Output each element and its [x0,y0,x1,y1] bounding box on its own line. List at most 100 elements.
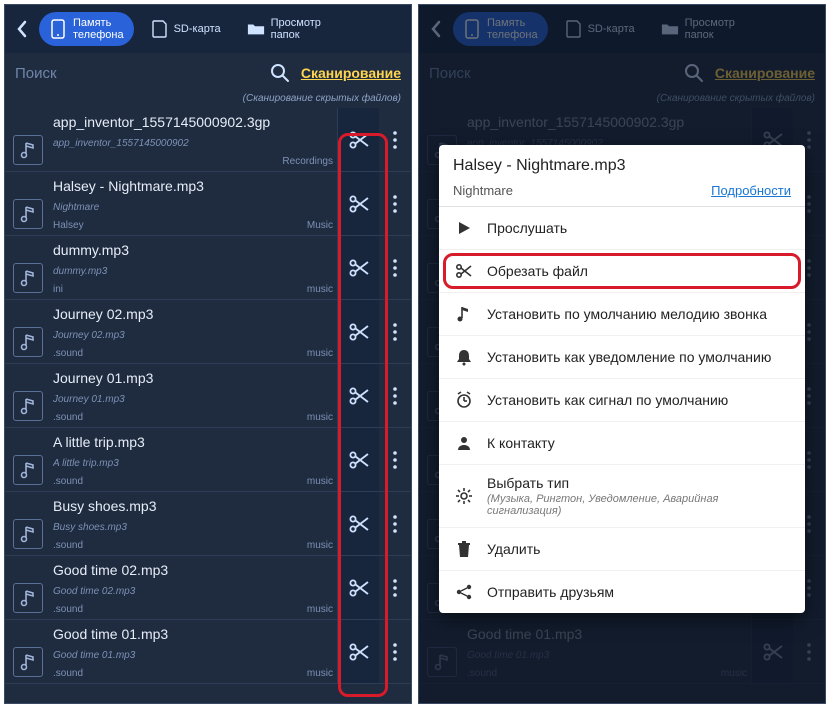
file-actions [337,236,411,299]
file-row[interactable]: Halsey - Nightmare.mp3NightmareHalseyMus… [5,172,411,236]
file-actions [337,172,411,235]
person-icon [453,432,475,454]
file-name: Busy shoes.mp3 [53,498,333,514]
file-artist: .sound [53,668,83,679]
tab-folders-line2: папок [271,30,321,41]
file-subtitle: Good time 01.mp3 [53,650,333,661]
file-folder: music [307,284,333,295]
search-icon[interactable] [267,60,293,86]
search-row: Сканирование [5,53,411,93]
file-list: app_inventor_1557145000902.3gp app_invent… [5,108,411,684]
back-button[interactable] [11,5,33,53]
more-button[interactable] [379,492,411,555]
file-folder: Music [307,220,333,231]
file-actions [337,300,411,363]
file-folder: music [307,540,333,551]
scan-hint: (Сканирование скрытых файлов) [5,93,411,108]
file-meta: app_inventor_1557145000902.3gp app_invent… [51,108,337,171]
file-name: Good time 02.mp3 [53,562,333,578]
sheet-subtitle: Nightmare [453,183,513,198]
cut-button[interactable] [337,620,379,683]
play-icon [453,217,475,239]
file-folder: music [307,348,333,359]
file-name: Good time 01.mp3 [53,626,333,642]
file-row[interactable]: Good time 02.mp3Good time 02.mp3.soundmu… [5,556,411,620]
file-row[interactable]: Good time 01.mp3 Good time 01.mp3 .sound mu… [5,620,411,684]
menu-set-ringtone[interactable]: Установить по умолчанию мелодию звонка [439,293,805,336]
file-subtitle: app_inventor_1557145000902 [53,138,333,149]
cut-button[interactable] [337,428,379,491]
file-meta: Journey 02.mp3Journey 02.mp3.soundmusic [51,300,337,363]
file-artist: ini [53,284,63,295]
sheet-title: Halsey - Nightmare.mp3 [453,157,791,175]
menu-cut-file[interactable]: Обрезать файл [439,250,805,293]
file-row[interactable]: Journey 01.mp3Journey 01.mp3.soundmusic [5,364,411,428]
file-name: Journey 01.mp3 [53,370,333,386]
menu-set-alarm[interactable]: Установить как сигнал по умолчанию [439,379,805,422]
scan-link[interactable]: Сканирование [301,65,401,81]
file-folder: music [307,668,333,679]
tab-sd-card[interactable]: SD-карта [140,12,231,46]
menu-delete[interactable]: Удалить [439,528,805,571]
cut-button[interactable] [337,556,379,619]
menu-play[interactable]: Прослушать [439,207,805,250]
cut-button[interactable] [337,364,379,427]
menu-share[interactable]: Отправить друзьям [439,571,805,613]
file-meta: Halsey - Nightmare.mp3NightmareHalseyMus… [51,172,337,235]
cut-button[interactable] [337,236,379,299]
tab-folders-line1: Просмотр [271,18,321,29]
details-link[interactable]: Подробности [711,183,791,198]
cut-button[interactable] [337,492,379,555]
header: Памятьтелефона SD-карта Просмотрпапок [5,5,411,53]
music-note-icon [13,263,43,293]
tab-phone-memory[interactable]: Памятьтелефона [39,12,134,46]
more-button[interactable] [379,236,411,299]
context-menu-sheet: Halsey - Nightmare.mp3 Nightmare Подробн… [439,145,805,613]
search-input[interactable] [15,65,259,82]
tab-sd-label: SD-карта [174,24,221,35]
more-button[interactable] [379,556,411,619]
file-subtitle: Journey 02.mp3 [53,330,333,341]
more-button[interactable] [379,364,411,427]
bell-icon [453,346,475,368]
folder-icon [247,20,265,38]
file-subtitle: dummy.mp3 [53,266,333,277]
alarm-icon [453,389,475,411]
file-actions [337,492,411,555]
file-artist: Halsey [53,220,84,231]
file-row[interactable]: app_inventor_1557145000902.3gp app_invent… [5,108,411,172]
tab-phone-line1: Память [73,18,124,29]
file-thumb [5,492,51,555]
file-row[interactable]: Busy shoes.mp3Busy shoes.mp3.soundmusic [5,492,411,556]
file-folder: music [307,476,333,487]
menu-set-notification[interactable]: Установить как уведомление по умолчанию [439,336,805,379]
file-thumb [5,108,51,171]
music-note-icon [13,327,43,357]
file-actions [337,428,411,491]
file-row[interactable]: A little trip.mp3A little trip.mp3.sound… [5,428,411,492]
more-button[interactable] [379,620,411,683]
music-note-icon [13,455,43,485]
more-button[interactable] [379,428,411,491]
file-name: Journey 02.mp3 [53,306,333,322]
file-thumb [5,620,51,683]
cut-button[interactable] [337,108,379,171]
file-meta: dummy.mp3dummy.mp3inimusic [51,236,337,299]
music-note-icon [13,647,43,677]
file-name: app_inventor_1557145000902.3gp [53,114,333,130]
cut-button[interactable] [337,172,379,235]
file-artist: .sound [53,540,83,551]
file-artist: .sound [53,604,83,615]
menu-select-type[interactable]: Выбрать тип(Музыка, Рингтон, Уведомление… [439,465,805,528]
cut-button[interactable] [337,300,379,363]
more-button[interactable] [379,172,411,235]
more-button[interactable] [379,108,411,171]
tab-folders[interactable]: Просмотрпапок [237,12,331,46]
menu-to-contact[interactable]: К контакту [439,422,805,465]
file-row[interactable]: Journey 02.mp3Journey 02.mp3.soundmusic [5,300,411,364]
music-note-icon [453,303,475,325]
share-icon [453,581,475,603]
more-button[interactable] [379,300,411,363]
file-row[interactable]: dummy.mp3dummy.mp3inimusic [5,236,411,300]
file-thumb [5,428,51,491]
